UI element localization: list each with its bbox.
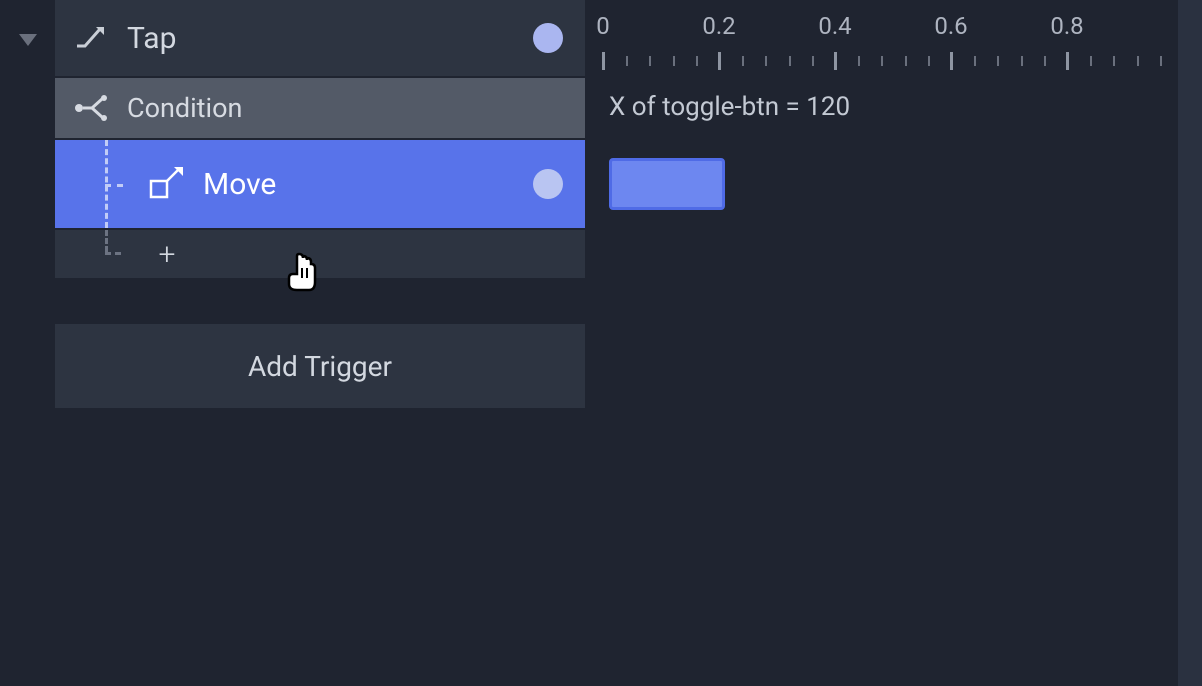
keyframe-clip[interactable]: [609, 158, 725, 210]
ruler-label: 0.8: [1050, 12, 1083, 40]
add-step-button[interactable]: +: [55, 230, 585, 280]
condition-label: Condition: [127, 92, 242, 124]
trigger-row-tap[interactable]: Tap: [55, 0, 585, 78]
ruler-label: 0.4: [818, 12, 851, 40]
trigger-panel: Tap Condition: [55, 0, 585, 686]
add-trigger-label: Add Trigger: [248, 350, 392, 383]
add-trigger-button[interactable]: Add Trigger: [55, 324, 585, 408]
trigger-row-condition[interactable]: Condition: [55, 78, 585, 140]
condition-expression: X of toggle-btn = 120: [609, 92, 1202, 122]
scrollbar-strip[interactable]: [1178, 0, 1202, 686]
collapse-caret-icon[interactable]: [17, 32, 39, 48]
trigger-label: Tap: [127, 21, 533, 56]
ruler-label: 0: [596, 12, 610, 40]
ruler-label: 0.2: [702, 12, 735, 40]
plus-icon: +: [137, 237, 197, 272]
tree-connector-icon: [93, 140, 137, 228]
move-icon: [137, 167, 197, 201]
tap-icon: [55, 23, 127, 53]
timeline-ruler[interactable]: 00.20.40.60.81: [603, 12, 1202, 72]
action-label: Move: [203, 167, 533, 202]
tree-end-connector-icon: [93, 230, 137, 278]
status-dot-icon: [533, 169, 563, 199]
status-dot-icon: [533, 23, 563, 53]
timeline-panel: 00.20.40.60.81 X of toggle-btn = 120: [585, 0, 1202, 686]
branch-icon: [55, 95, 127, 121]
ruler-label: 0.6: [934, 12, 967, 40]
action-row-move[interactable]: Move: [55, 140, 585, 230]
